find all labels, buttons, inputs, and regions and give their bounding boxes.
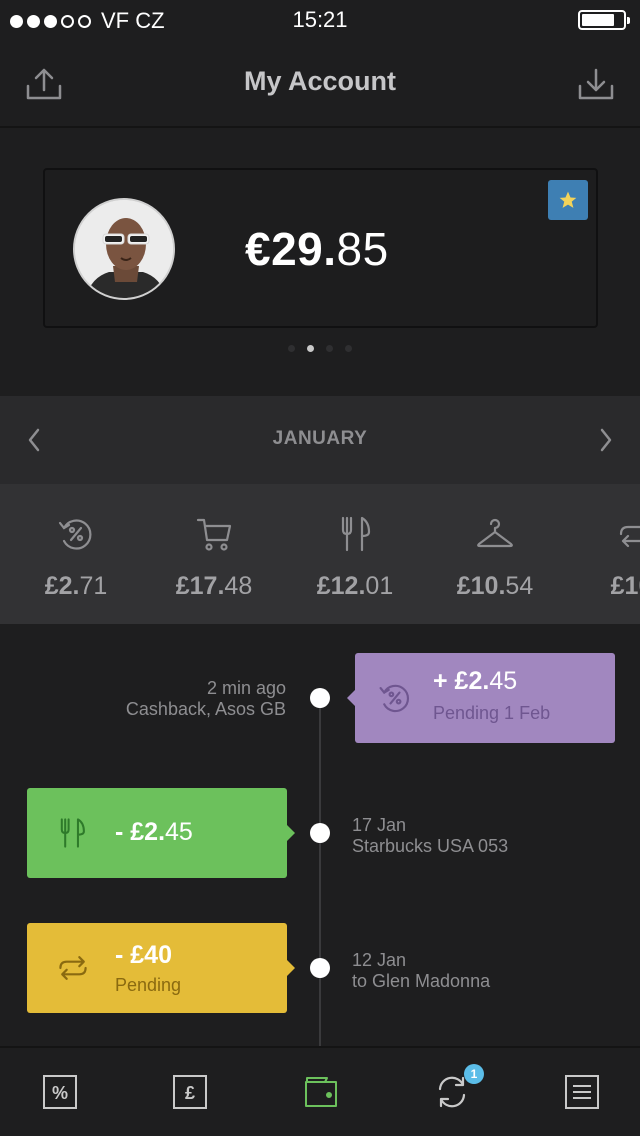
chevron-right-icon[interactable] — [596, 426, 616, 454]
transaction-meta: 2 min ago Cashback, Asos GB — [125, 678, 286, 719]
download-icon[interactable] — [576, 64, 616, 104]
svg-text:£: £ — [185, 1083, 195, 1103]
account-card[interactable]: €29.85 — [43, 168, 598, 328]
cart-icon — [196, 518, 232, 551]
restaurant-icon — [60, 818, 85, 848]
hanger-icon — [477, 518, 513, 548]
status-time: 15:21 — [292, 7, 348, 32]
timeline-dot — [310, 688, 330, 708]
transaction-card[interactable]: - £40 Pending — [27, 923, 295, 1013]
user-photo — [75, 200, 173, 298]
category-restaurants[interactable]: £12.01 — [285, 514, 425, 601]
timeline-dot — [310, 823, 330, 843]
menu-list-icon — [565, 1075, 599, 1109]
account-balance: €29.85 — [245, 223, 389, 275]
category-transfers[interactable]: £10. — [565, 514, 640, 601]
pound-icon: £ — [173, 1075, 207, 1109]
wallet-icon — [305, 1077, 337, 1107]
month-selector: JANUARY — [0, 396, 640, 484]
category-clothing[interactable]: £10.54 — [425, 514, 565, 601]
page-dot — [288, 345, 295, 352]
tab-menu[interactable] — [564, 1074, 600, 1110]
tab-sync[interactable]: 1 — [434, 1064, 484, 1110]
status-bar: VF CZ 15:21 — [0, 0, 640, 40]
battery-icon — [578, 10, 630, 30]
percent-icon: % — [43, 1075, 77, 1109]
avatar — [73, 198, 175, 300]
star-icon — [559, 191, 577, 208]
favorite-button[interactable] — [548, 180, 588, 220]
page-dot — [345, 345, 352, 352]
tab-bar: % £ 1 — [0, 1046, 640, 1136]
category-strip[interactable]: £2.71 £17.48 £12.01 £10.54 £10. — [0, 484, 640, 624]
timeline-dot — [310, 958, 330, 978]
transfer-icon — [59, 956, 87, 980]
transaction-meta: 17 Jan Starbucks USA 053 — [352, 815, 509, 856]
transfer-icon — [619, 525, 640, 548]
cashback-icon — [379, 684, 409, 713]
page-dot — [326, 345, 333, 352]
tab-wallet[interactable] — [303, 1074, 339, 1110]
timeline-line — [319, 690, 321, 1046]
month-label: JANUARY — [272, 428, 368, 449]
transaction-meta: 12 Jan to Glen Madonna — [352, 950, 491, 991]
notification-badge: 1 — [464, 1064, 484, 1084]
page-dot-active — [307, 345, 314, 352]
tab-offers[interactable]: % — [42, 1074, 78, 1110]
page-indicator[interactable] — [0, 345, 640, 352]
page-title: My Account — [243, 66, 396, 96]
category-cashback[interactable]: £2.71 — [6, 514, 146, 601]
restaurant-icon — [341, 516, 371, 552]
cashback-icon — [58, 519, 92, 550]
svg-text:%: % — [52, 1083, 68, 1103]
transaction-card[interactable]: + £2.45 Pending 1 Feb — [347, 653, 615, 743]
tab-money[interactable]: £ — [172, 1074, 208, 1110]
category-shopping[interactable]: £17.48 — [144, 514, 284, 601]
nav-bar: My Account — [0, 40, 640, 128]
transaction-card[interactable]: - £2.45 — [27, 788, 295, 878]
